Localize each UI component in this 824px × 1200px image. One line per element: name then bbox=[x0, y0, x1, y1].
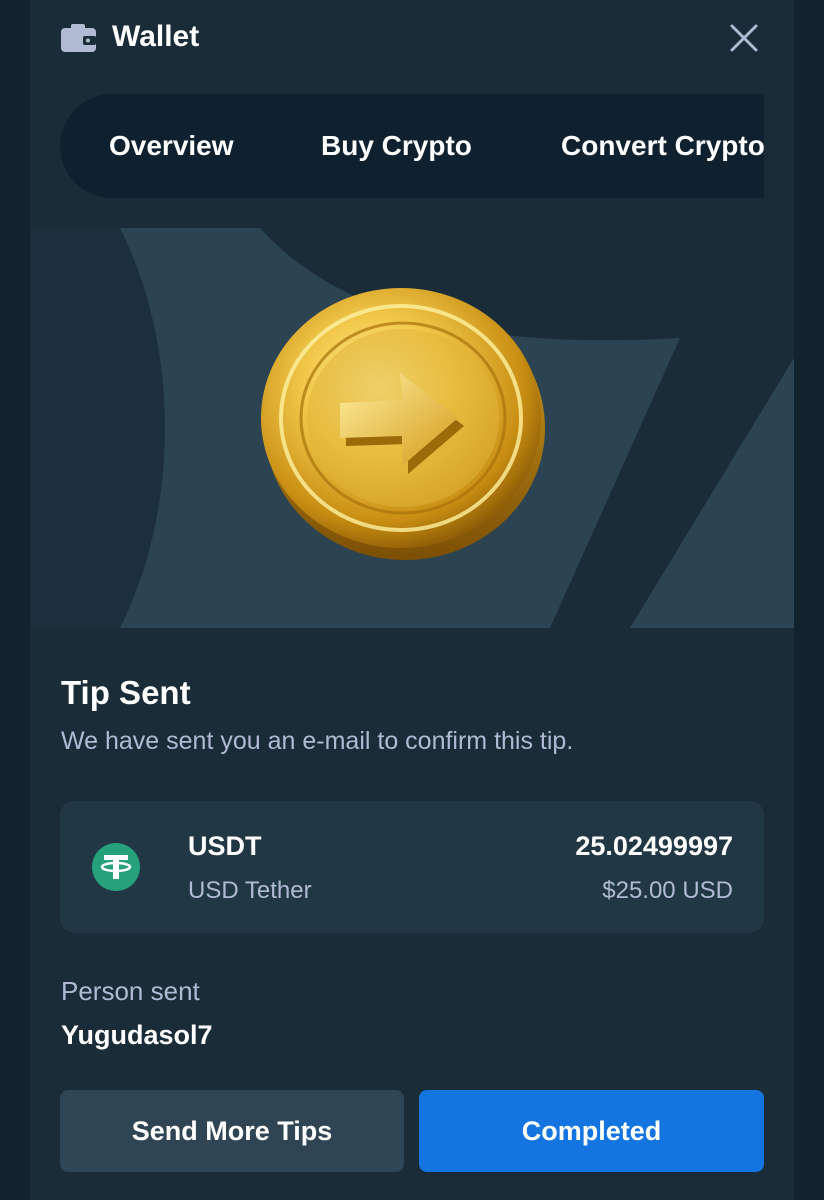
modal-title: Wallet bbox=[112, 20, 200, 53]
recipient-label: Person sent bbox=[61, 976, 200, 1006]
currency-card: USDT USD Tether 25.02499997 $25.00 USD bbox=[60, 801, 764, 933]
tab-convert-crypto[interactable]: Convert Crypto bbox=[561, 94, 764, 198]
tip-usd-value: $25.00 USD bbox=[602, 877, 733, 904]
tab-overview[interactable]: Overview bbox=[109, 94, 234, 198]
page-backdrop-left bbox=[0, 0, 30, 1200]
tip-sent-title: Tip Sent bbox=[61, 674, 191, 711]
page-backdrop-right bbox=[794, 0, 824, 1200]
tether-icon bbox=[92, 843, 140, 891]
hero-background bbox=[30, 228, 794, 628]
close-icon bbox=[730, 24, 758, 52]
recipient-name: Yugudasol7 bbox=[61, 1020, 213, 1050]
wallet-tabs: Overview Buy Crypto Convert Crypto bbox=[60, 94, 764, 198]
currency-name: USD Tether bbox=[188, 877, 312, 904]
completed-button[interactable]: Completed bbox=[419, 1090, 764, 1172]
modal-header: Wallet bbox=[30, 0, 794, 78]
send-more-tips-button[interactable]: Send More Tips bbox=[60, 1090, 404, 1172]
tip-amount: 25.02499997 bbox=[575, 831, 733, 861]
wallet-icon bbox=[61, 24, 96, 52]
tip-sent-subtitle: We have sent you an e-mail to confirm th… bbox=[61, 727, 574, 755]
hero-banner bbox=[30, 228, 794, 628]
wallet-modal: Wallet Overview Buy Crypto Convert Crypt… bbox=[30, 0, 794, 1200]
close-button[interactable] bbox=[726, 20, 762, 56]
tab-buy-crypto[interactable]: Buy Crypto bbox=[321, 94, 472, 198]
currency-code: USDT bbox=[188, 831, 262, 861]
